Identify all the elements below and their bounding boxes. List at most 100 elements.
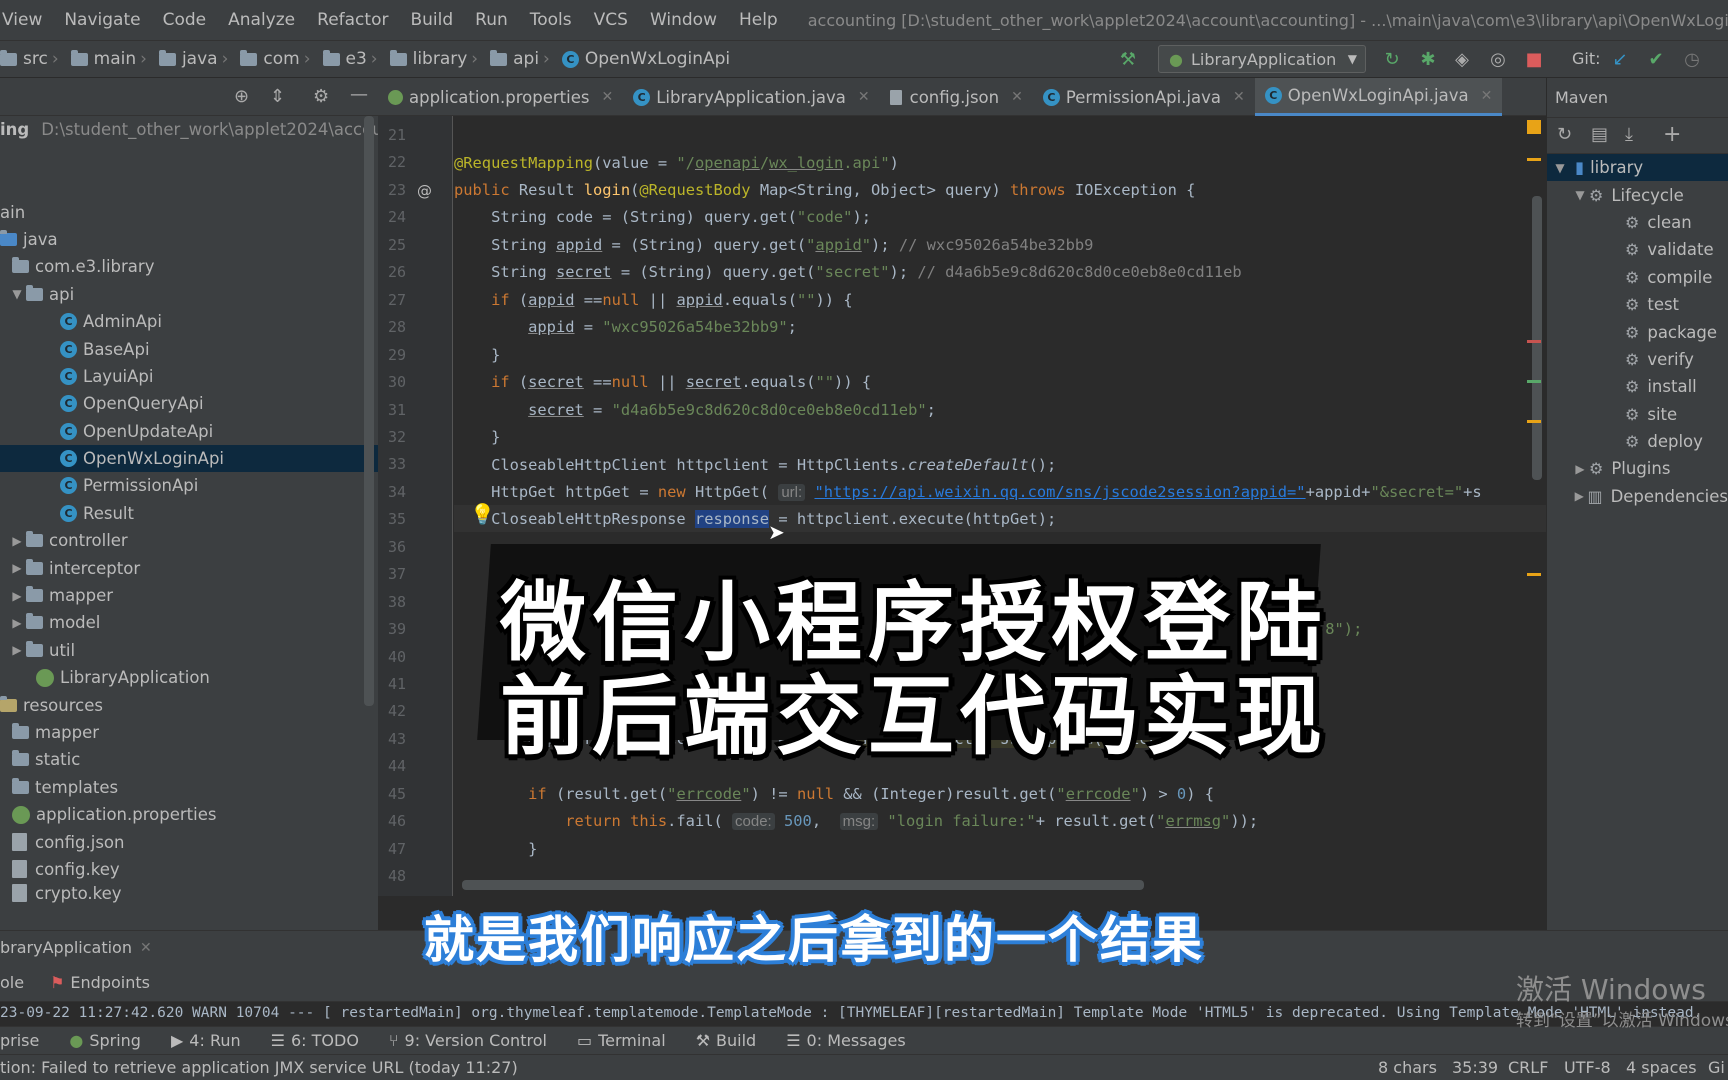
status-message[interactable]: tion: Failed to retrieve application JMX… xyxy=(0,1058,518,1077)
tree-item[interactable]: C BaseApi xyxy=(0,335,378,362)
tree-item[interactable]: config.json xyxy=(0,828,378,855)
breadcrumb-java[interactable]: java › xyxy=(158,49,234,69)
line-number[interactable]: 31 xyxy=(378,401,406,419)
add-icon[interactable]: + xyxy=(1663,122,1681,147)
coverage-icon[interactable]: ◈ xyxy=(1452,50,1472,70)
gear-icon[interactable]: ⚙ xyxy=(313,86,329,107)
breadcrumb-src[interactable]: src › xyxy=(0,49,65,69)
tree-item[interactable]: resources xyxy=(0,691,378,718)
tab-config-json[interactable]: config.json ✕ xyxy=(880,78,1033,116)
tree-item[interactable]: LibraryApplication xyxy=(0,664,378,691)
build-hammer-icon[interactable]: ⚒ xyxy=(1118,50,1138,70)
expand-right-icon[interactable]: ▶ xyxy=(8,616,26,630)
menu-refactor[interactable]: Refactor xyxy=(317,10,388,30)
maven-goal-compile[interactable]: ⚙ compile xyxy=(1547,264,1728,291)
tree-item[interactable]: C OpenQueryApi xyxy=(0,390,378,417)
tab-openwxloginapi[interactable]: C OpenWxLoginApi.java ✕ xyxy=(1254,78,1503,116)
maven-goal-test[interactable]: ⚙ test xyxy=(1547,291,1728,318)
maven-goal-package[interactable]: ⚙ package xyxy=(1547,318,1728,345)
line-number[interactable]: 28 xyxy=(378,318,406,336)
tree-item[interactable]: java xyxy=(0,226,378,253)
collapse-all-icon[interactable]: ⇕ xyxy=(270,86,285,107)
line-number[interactable]: 47 xyxy=(378,840,406,858)
line-number[interactable]: 35 xyxy=(378,510,406,528)
menu-build[interactable]: Build xyxy=(410,10,453,30)
menu-view[interactable]: View xyxy=(2,10,42,30)
menu-help[interactable]: Help xyxy=(739,10,778,30)
line-number[interactable]: 27 xyxy=(378,291,406,309)
line-number[interactable]: 42 xyxy=(378,702,406,720)
maven-goal-clean[interactable]: ⚙ clean xyxy=(1547,209,1728,236)
breadcrumb-api[interactable]: api › xyxy=(490,49,556,69)
project-scrollbar[interactable] xyxy=(364,116,374,706)
status-encoding[interactable]: UTF-8 xyxy=(1564,1058,1611,1077)
minimize-icon[interactable]: — xyxy=(350,84,368,105)
maven-dependencies[interactable]: ▶ ▥ Dependencies xyxy=(1547,483,1728,510)
error-stripe-marker[interactable] xyxy=(1527,573,1541,576)
expand-right-icon[interactable]: ▶ xyxy=(8,561,26,575)
menu-code[interactable]: Code xyxy=(163,10,207,30)
tab-application-properties[interactable]: application.properties ✕ xyxy=(378,78,623,116)
profile-icon[interactable]: ◎ xyxy=(1488,50,1508,70)
editor-vertical-scrollbar[interactable] xyxy=(1532,196,1542,480)
line-number[interactable]: 41 xyxy=(378,675,406,693)
tree-item[interactable]: crypto.key xyxy=(0,883,378,903)
tree-item[interactable]: ain xyxy=(0,198,378,225)
run-config-select[interactable]: ● LibraryApplication ▼ xyxy=(1158,45,1366,73)
close-icon[interactable]: ✕ xyxy=(858,89,870,105)
tool-terminal[interactable]: ▭ Terminal xyxy=(577,1031,666,1050)
menu-window[interactable]: Window xyxy=(650,10,717,30)
line-number[interactable]: 25 xyxy=(378,236,406,254)
line-number[interactable]: 48 xyxy=(378,867,406,885)
tab-console[interactable]: ole xyxy=(0,973,24,992)
maven-goal-validate[interactable]: ⚙ validate xyxy=(1547,236,1728,263)
maven-goal-deploy[interactable]: ⚙ deploy xyxy=(1547,428,1728,455)
line-number[interactable]: 24 xyxy=(378,208,406,226)
tree-item[interactable]: ▶ controller xyxy=(0,527,378,554)
expand-down-icon[interactable]: ▼ xyxy=(1551,161,1569,175)
line-number[interactable]: 43 xyxy=(378,730,406,748)
line-number[interactable]: 26 xyxy=(378,263,406,281)
line-number[interactable]: 34 xyxy=(378,483,406,501)
warning-status-icon[interactable] xyxy=(1527,120,1541,134)
line-number[interactable]: 36 xyxy=(378,538,406,556)
tool-todo[interactable]: ☰ 6: TODO xyxy=(271,1031,359,1050)
override-marker-icon[interactable]: @ xyxy=(417,182,432,200)
status-git-branch[interactable]: Gi xyxy=(1708,1058,1725,1077)
tree-item[interactable]: ▶ interceptor xyxy=(0,554,378,581)
breadcrumb-class[interactable]: C OpenWxLoginApi xyxy=(561,49,730,69)
code-url[interactable]: "https://api.weixin.qq.com/sns/jscode2se… xyxy=(814,483,1305,501)
line-number[interactable]: 38 xyxy=(378,593,406,611)
maven-goal-site[interactable]: ⚙ site xyxy=(1547,401,1728,428)
git-commit-icon[interactable]: ✔ xyxy=(1646,50,1666,70)
breadcrumb-e3[interactable]: e3 › xyxy=(322,49,384,69)
close-icon[interactable]: ✕ xyxy=(140,940,152,956)
status-line-separator[interactable]: CRLF xyxy=(1508,1058,1548,1077)
tree-item[interactable]: com.e3.library xyxy=(0,253,378,280)
line-number[interactable]: 46 xyxy=(378,812,406,830)
error-stripe-marker[interactable] xyxy=(1527,420,1541,423)
tree-item[interactable]: C AdminApi xyxy=(0,308,378,335)
close-icon[interactable]: ✕ xyxy=(1233,89,1245,105)
reload-icon[interactable]: ↻ xyxy=(1557,124,1572,145)
tree-item-selected[interactable]: C OpenWxLoginApi xyxy=(0,444,378,473)
maven-lifecycle[interactable]: ▼ ⚙ Lifecycle xyxy=(1547,181,1728,208)
maven-plugins[interactable]: ▶ ⚙ Plugins xyxy=(1547,455,1728,482)
menu-vcs[interactable]: VCS xyxy=(594,10,628,30)
line-number[interactable]: 37 xyxy=(378,565,406,583)
line-number[interactable]: 29 xyxy=(378,346,406,364)
tree-item[interactable]: static xyxy=(0,746,378,773)
menu-tools[interactable]: Tools xyxy=(530,10,572,30)
tree-root[interactable]: ing D:\student_other_work\applet2024\acco… xyxy=(0,116,378,143)
debug-icon[interactable]: ✱ xyxy=(1418,50,1438,70)
line-number[interactable]: 23 xyxy=(378,181,406,199)
tree-item[interactable]: config.key xyxy=(0,856,378,883)
tree-item[interactable]: C OpenUpdateApi xyxy=(0,418,378,445)
line-number[interactable]: 40 xyxy=(378,648,406,666)
expand-right-icon[interactable]: ▶ xyxy=(8,534,26,548)
breadcrumb-library[interactable]: library › xyxy=(389,49,485,69)
stop-icon[interactable]: ■ xyxy=(1524,50,1544,70)
close-icon[interactable]: ✕ xyxy=(1481,88,1493,104)
close-icon[interactable]: ✕ xyxy=(601,89,613,105)
line-number[interactable]: 30 xyxy=(378,373,406,391)
